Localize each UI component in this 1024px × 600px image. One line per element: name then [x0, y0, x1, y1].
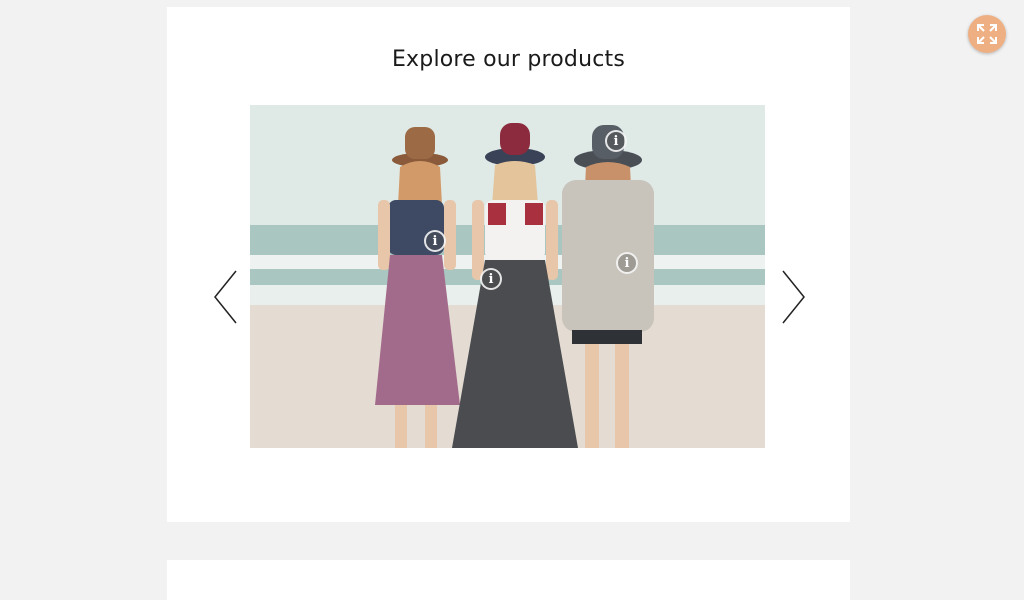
hotspot-hat-right[interactable]: i	[605, 130, 627, 152]
info-icon: i	[432, 233, 438, 249]
fullscreen-button[interactable]	[968, 15, 1006, 53]
product-card: Explore our products i i i i	[167, 7, 850, 522]
info-icon: i	[624, 255, 630, 271]
carousel-prev-button[interactable]	[212, 269, 242, 325]
beach-photo-illustration	[250, 105, 765, 448]
info-icon: i	[613, 133, 619, 149]
hotspot-cardigan-right[interactable]: i	[616, 252, 638, 274]
carousel-next-button[interactable]	[777, 269, 807, 325]
expand-icon	[977, 24, 997, 44]
next-section-card	[167, 560, 850, 600]
chevron-left-icon	[214, 270, 237, 324]
info-icon: i	[488, 271, 494, 287]
product-photo: i i i i	[250, 105, 765, 448]
chevron-right-icon	[782, 270, 805, 324]
hotspot-skirt-middle[interactable]: i	[480, 268, 502, 290]
page-title: Explore our products	[391, 47, 626, 72]
hotspot-top-left[interactable]: i	[424, 230, 446, 252]
